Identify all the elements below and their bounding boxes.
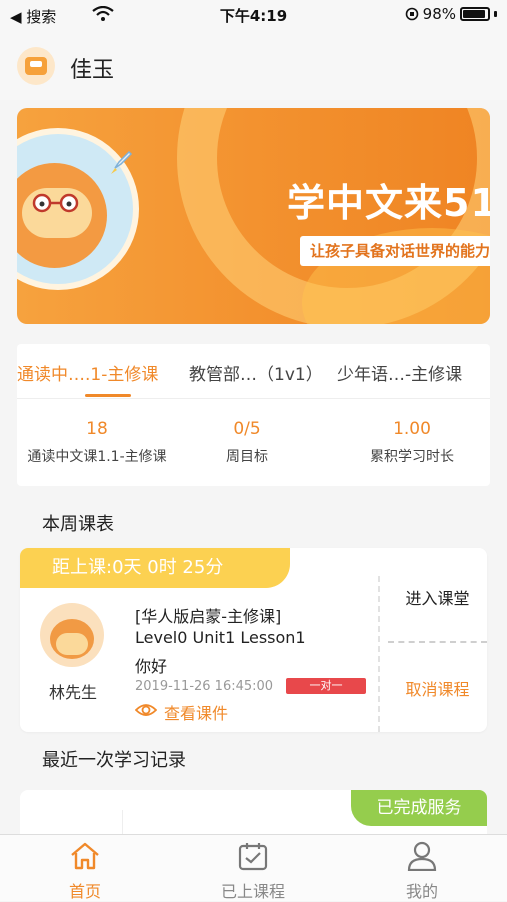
banner-subtitle: 让孩子具备对话世界的能力 [300, 236, 490, 266]
home-icon [71, 842, 99, 870]
tab-home-label: 首页 [68, 882, 101, 901]
divider [17, 398, 490, 399]
rocket-icon [111, 150, 133, 174]
tab-profile-label: 我的 [405, 882, 438, 901]
promo-banner[interactable]: 学中文来51Ta 让孩子具备对话世界的能力 [17, 108, 490, 324]
course-title: [华人版启蒙-主修课] [135, 607, 282, 626]
schedule-card: 距上课:0天 0时 25分 林先生 [华人版启蒙-主修课] Level0 Uni… [20, 548, 487, 732]
profile-header: 佳玉 [0, 30, 507, 100]
tab-profile[interactable]: 我的 [367, 835, 477, 901]
class-type-badge: 一对一 [286, 678, 366, 694]
user-avatar[interactable] [17, 47, 55, 85]
tab-course-3[interactable]: 少年语…-主修课 [337, 360, 462, 385]
course-datetime: 2019-11-26 16:45:00 [135, 679, 274, 694]
tab-course-2[interactable]: 教管部…（1v1） [189, 360, 323, 385]
tab-course-1[interactable]: 通读中….1-主修课 [17, 360, 158, 385]
glasses-icon [32, 193, 79, 213]
cancel-course-button[interactable]: 取消课程 [388, 676, 487, 700]
tab-home[interactable]: 首页 [30, 835, 140, 901]
stat-value-lessons: 18 [86, 419, 108, 439]
tab-completed-courses-label: 已上课程 [220, 882, 285, 901]
orientation-lock-icon [405, 7, 418, 21]
view-courseware-link[interactable]: 查看课件 [164, 700, 228, 724]
graduation-cap-icon [25, 57, 47, 75]
course-unit: Level0 Unit1 Lesson1 [135, 628, 306, 647]
section-title-recent: 最近一次学习记录 [42, 750, 186, 771]
calendar-icon [238, 843, 268, 871]
active-tab-indicator [85, 394, 131, 397]
countdown-banner: 距上课:0天 0时 25分 [20, 548, 290, 588]
avatar-face [56, 633, 88, 655]
eye-icon[interactable] [135, 700, 157, 720]
course-stats-card: 通读中….1-主修课 教管部…（1v1） 少年语…-主修课 18 通读中文课1.… [17, 344, 490, 486]
status-bar: ◀ 搜索 下午4:19 98% [0, 0, 507, 30]
divider [378, 576, 380, 732]
user-name: 佳玉 [70, 58, 115, 83]
profile-icon [407, 841, 437, 871]
stat-label-study-time: 累积学习时长 [370, 449, 454, 465]
stat-label-lessons: 通读中文课1.1-主修课 [27, 449, 167, 465]
teacher-avatar [40, 603, 104, 667]
bottom-tab-bar: 首页 已上课程 我的 [0, 834, 507, 901]
status-badge: 已完成服务 [351, 790, 487, 826]
enter-classroom-button[interactable]: 进入课堂 [388, 585, 487, 609]
battery-percent: 98% [422, 5, 456, 23]
tab-completed-courses[interactable]: 已上课程 [198, 835, 308, 901]
teacher-name: 林先生 [48, 683, 97, 702]
course-topic: 你好 [135, 657, 168, 676]
battery-area: 98% [405, 5, 497, 23]
section-title-schedule: 本周课表 [42, 514, 114, 535]
battery-icon [460, 7, 490, 21]
banner-title: 学中文来51Ta [287, 181, 490, 225]
divider [388, 641, 487, 643]
stat-value-weekly-goal: 0/5 [233, 419, 261, 439]
stat-label-weekly-goal: 周目标 [226, 449, 268, 465]
stat-value-study-time: 1.00 [393, 419, 431, 439]
